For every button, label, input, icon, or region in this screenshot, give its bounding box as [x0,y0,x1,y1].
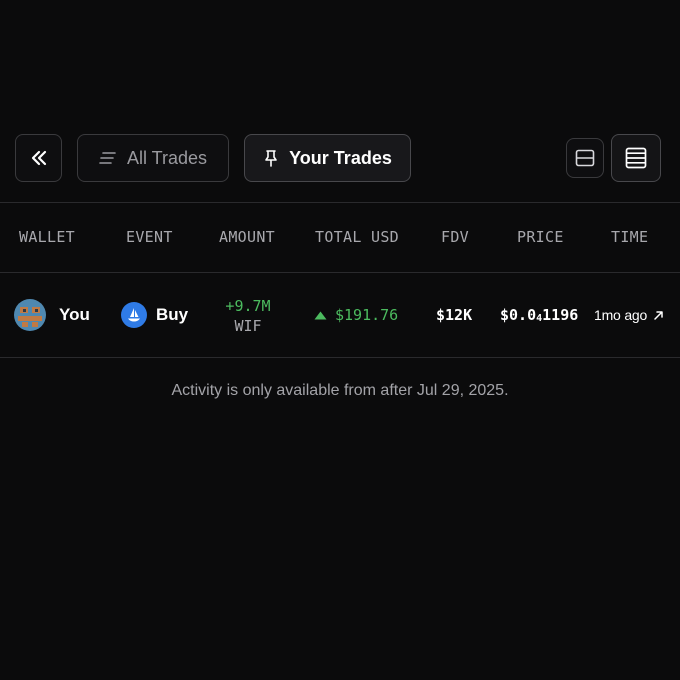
header-divider [0,272,680,273]
total-usd-cell: $191.76 [314,305,398,325]
collapse-button[interactable] [15,134,62,182]
price-digits: 1196 [542,306,579,324]
price-zero-count: 4 [536,312,543,324]
arrow-up-right-icon [654,310,663,320]
activity-notice: Activity is only available from after Ju… [171,382,509,399]
your-trades-label: Your Trades [289,147,392,168]
column-header-price: PRICE [517,228,564,246]
table-top-divider [0,202,680,203]
list-rows-icon [625,147,647,169]
trades-panel: All Trades Your Trades WALLET EVENT AMOU… [0,0,680,680]
column-header-fdv: FDV [441,228,469,246]
column-header-amount: AMOUNT [219,228,275,246]
column-header-wallet: WALLET [19,228,75,246]
all-trades-tab[interactable]: All Trades [77,134,229,182]
triangle-up-icon [314,311,327,319]
event-cell: Buy [121,302,188,328]
your-trades-tab[interactable]: Your Trades [244,134,411,182]
fdv-cell: $12K [436,305,472,325]
amount-value: +9.7M [225,297,271,315]
time-value: 1mo ago [594,307,648,323]
wallet-cell[interactable]: You [14,298,90,332]
column-header-event: EVENT [126,228,173,246]
row-divider [0,357,680,358]
amount-cell: +9.7M WIF [214,294,282,338]
rows-icon [575,149,595,167]
avatar [14,299,46,331]
time-link[interactable]: 1mo ago [594,305,664,325]
sailboat-icon [121,302,147,328]
wallet-name: You [59,305,90,324]
filter-lines-icon [99,152,116,164]
expanded-view-button[interactable] [611,134,661,182]
event-label: Buy [156,305,189,324]
column-header-time: TIME [611,228,649,246]
total-usd-value: $191.76 [335,306,399,324]
token-symbol: WIF [234,317,262,335]
price-cell: $0.0 4 1196 [500,305,578,325]
compact-view-button[interactable] [566,138,604,178]
double-chevron-left-icon [31,150,46,166]
price-prefix: $0.0 [500,306,537,324]
column-header-total-usd: TOTAL USD [315,228,399,246]
fdv-value: $12K [436,306,473,324]
all-trades-label: All Trades [126,147,208,168]
pin-icon [265,150,277,167]
